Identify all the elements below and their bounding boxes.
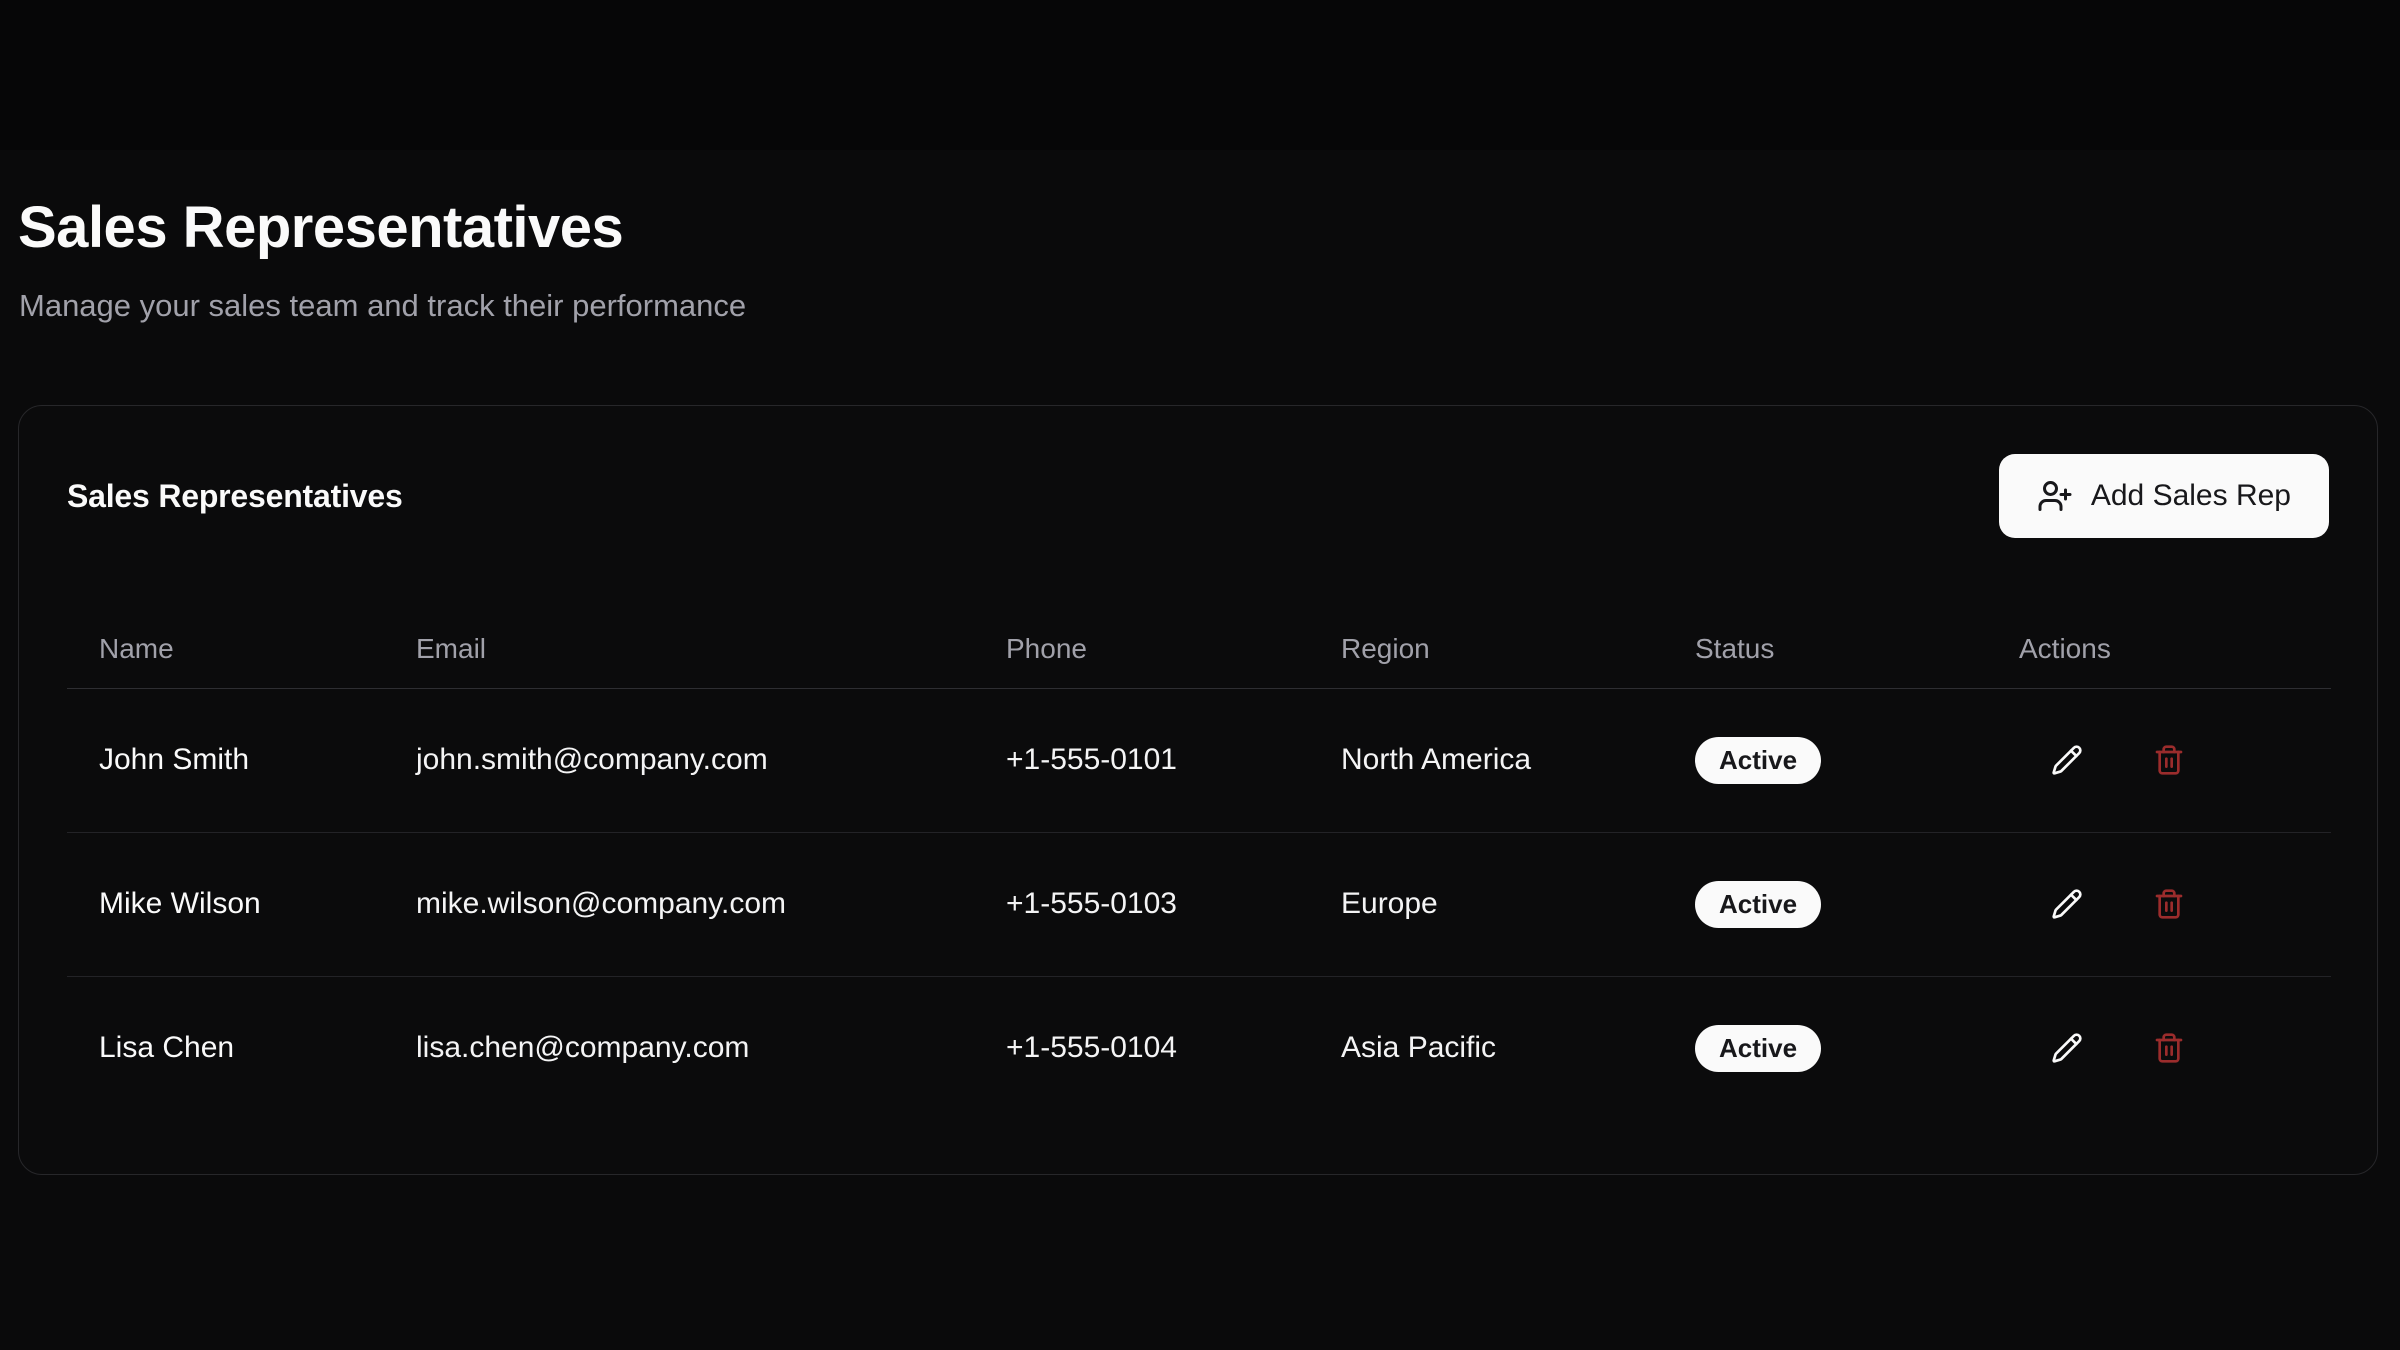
rep-name: Lisa Chen xyxy=(67,976,384,1120)
delete-button[interactable] xyxy=(2149,740,2189,780)
column-header-email: Email xyxy=(384,611,974,688)
rep-region: North America xyxy=(1309,688,1663,832)
table-row: Lisa Chen lisa.chen@company.com +1-555-0… xyxy=(67,976,2331,1120)
rep-phone: +1-555-0104 xyxy=(974,976,1309,1120)
edit-button[interactable] xyxy=(2047,1028,2087,1068)
page-subtitle: Manage your sales team and track their p… xyxy=(19,288,746,324)
column-header-region: Region xyxy=(1309,611,1663,688)
sales-reps-table: Name Email Phone Region Status Actions J… xyxy=(67,611,2329,1120)
rep-phone: +1-555-0101 xyxy=(974,688,1309,832)
pencil-icon xyxy=(2051,744,2083,776)
edit-button[interactable] xyxy=(2047,884,2087,924)
page-background: Sales Representatives Manage your sales … xyxy=(0,150,2400,1350)
pencil-icon xyxy=(2051,1032,2083,1064)
table-row: Mike Wilson mike.wilson@company.com +1-5… xyxy=(67,832,2331,976)
column-header-status: Status xyxy=(1663,611,1987,688)
rep-email: lisa.chen@company.com xyxy=(384,976,974,1120)
rep-phone: +1-555-0103 xyxy=(974,832,1309,976)
rep-email: john.smith@company.com xyxy=(384,688,974,832)
trash-icon xyxy=(2153,1032,2185,1064)
table-header-row: Name Email Phone Region Status Actions xyxy=(67,611,2331,688)
pencil-icon xyxy=(2051,888,2083,920)
add-sales-rep-button[interactable]: Add Sales Rep xyxy=(1999,454,2329,538)
edit-button[interactable] xyxy=(2047,740,2087,780)
rep-name: Mike Wilson xyxy=(67,832,384,976)
status-badge: Active xyxy=(1695,737,1821,784)
trash-icon xyxy=(2153,744,2185,776)
rep-email: mike.wilson@company.com xyxy=(384,832,974,976)
table-row: John Smith john.smith@company.com +1-555… xyxy=(67,688,2331,832)
row-actions xyxy=(2047,740,2331,780)
status-badge: Active xyxy=(1695,1025,1821,1072)
status-badge: Active xyxy=(1695,881,1821,928)
column-header-name: Name xyxy=(67,611,384,688)
column-header-phone: Phone xyxy=(974,611,1309,688)
user-plus-icon xyxy=(2037,478,2073,514)
delete-button[interactable] xyxy=(2149,884,2189,924)
column-header-actions: Actions xyxy=(1987,611,2331,688)
rep-name: John Smith xyxy=(67,688,384,832)
row-actions xyxy=(2047,1028,2331,1068)
row-actions xyxy=(2047,884,2331,924)
rep-region: Asia Pacific xyxy=(1309,976,1663,1120)
card-title: Sales Representatives xyxy=(67,478,403,515)
card-header: Sales Representatives Add Sales Rep xyxy=(67,454,2329,538)
add-sales-rep-label: Add Sales Rep xyxy=(2091,479,2291,513)
trash-icon xyxy=(2153,888,2185,920)
delete-button[interactable] xyxy=(2149,1028,2189,1068)
sales-reps-card: Sales Representatives Add Sales Rep xyxy=(18,405,2378,1175)
page-title: Sales Representatives xyxy=(18,194,623,261)
top-band xyxy=(0,0,2400,150)
rep-region: Europe xyxy=(1309,832,1663,976)
